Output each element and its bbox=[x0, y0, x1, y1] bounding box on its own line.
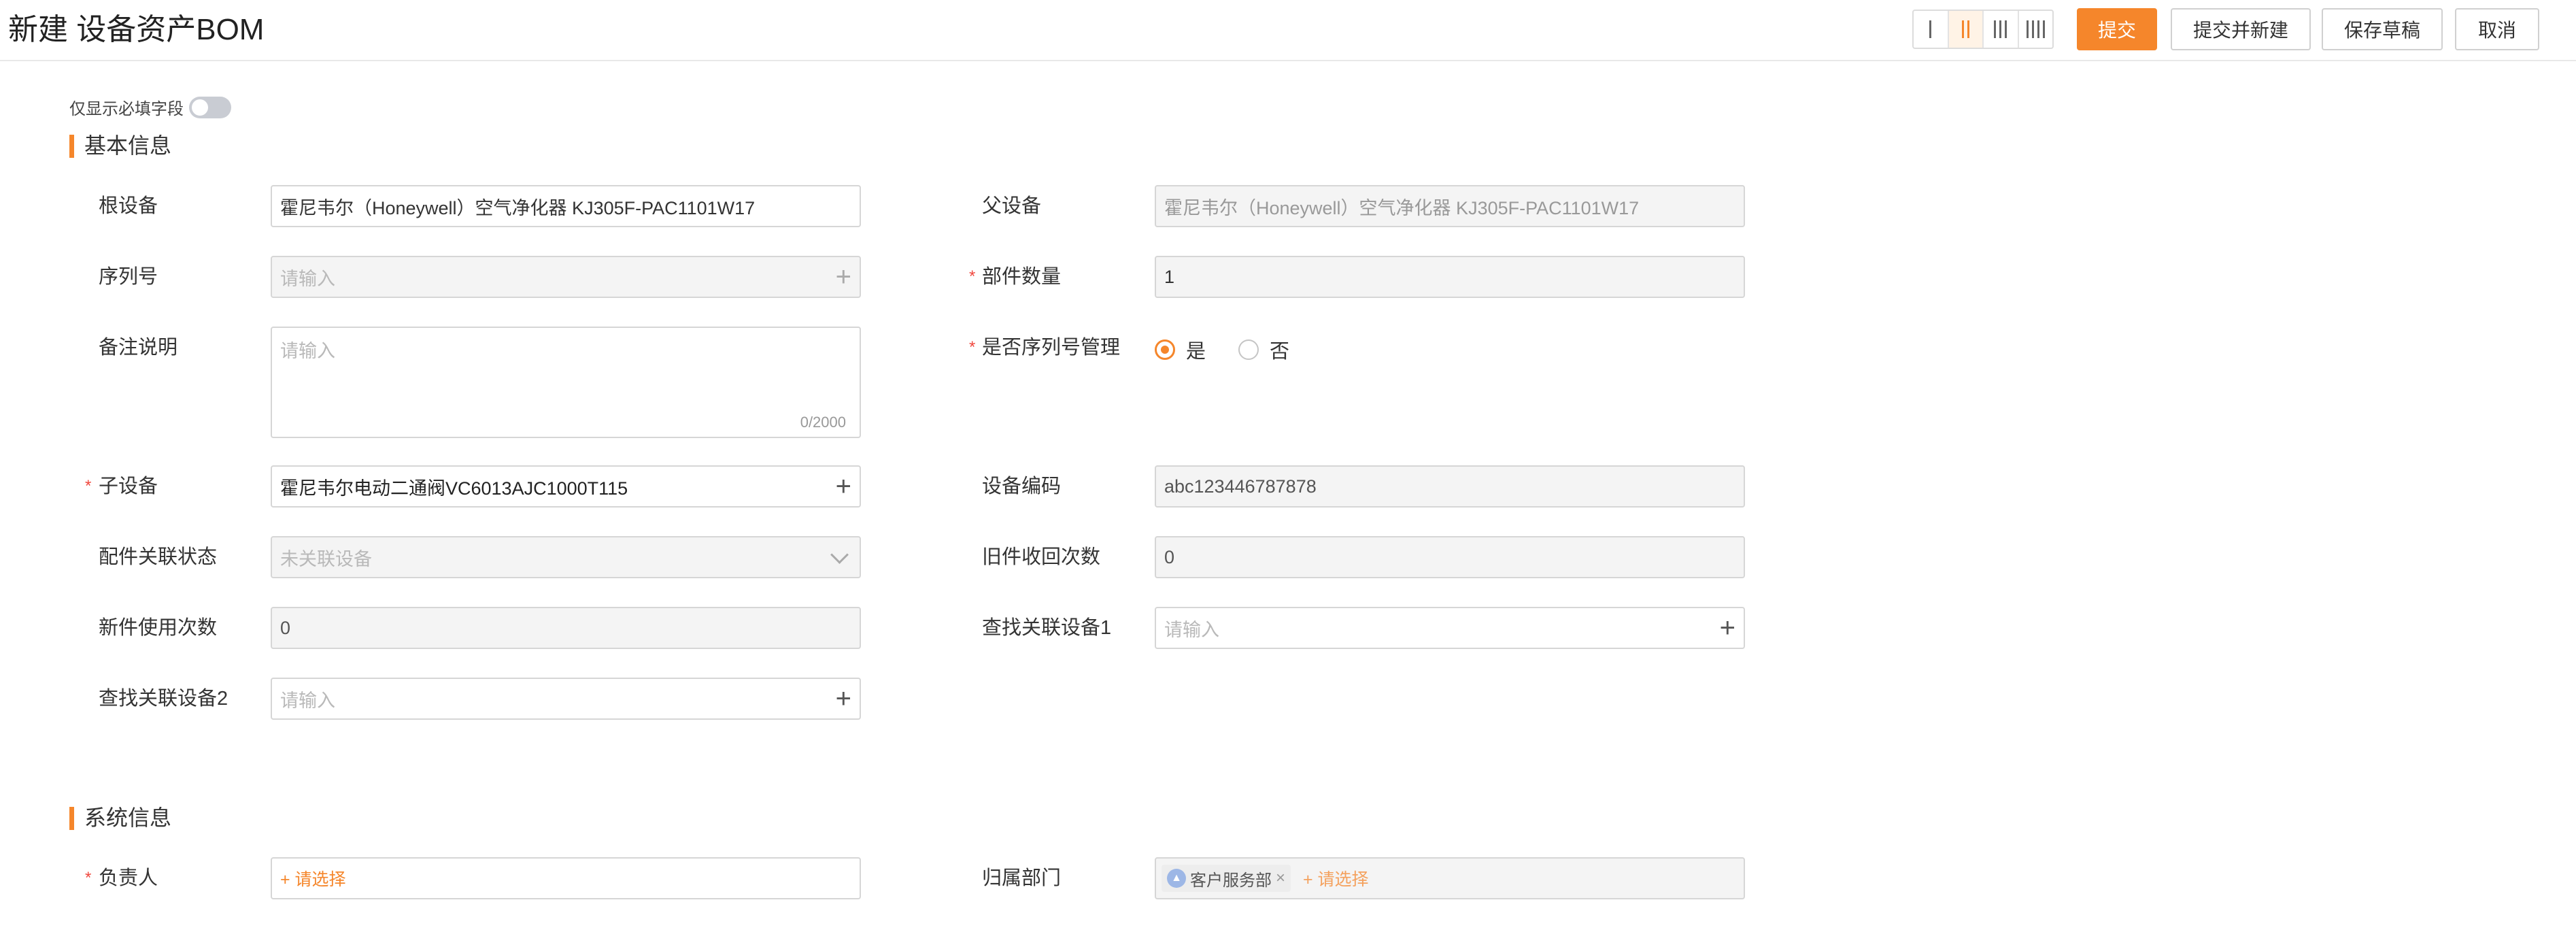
serial-no-label: 序列号 bbox=[99, 266, 158, 288]
part-link-status-select: 未关联设备 bbox=[271, 536, 861, 578]
serial-no-field: 请输入 + bbox=[271, 256, 861, 298]
section-title-basic: 基本信息 bbox=[69, 132, 171, 159]
parent-device-label: 父设备 bbox=[982, 195, 1042, 217]
serial-managed-radio-group: 是 否 bbox=[1155, 335, 1289, 364]
top-bar: 新建 设备资产BOM 提交 提交并新建 保存草稿 取消 bbox=[0, 0, 2576, 61]
required-only-toggle[interactable] bbox=[189, 96, 231, 118]
plus-icon[interactable]: + bbox=[836, 685, 851, 712]
part-qty-field[interactable]: 1 bbox=[1155, 256, 1745, 298]
parent-device-field: 霍尼韦尔（Honeywell）空气净化器 KJ305F-PAC1101W17 bbox=[1155, 185, 1745, 227]
section-title-system: 系统信息 bbox=[69, 804, 171, 831]
toggle-knob bbox=[192, 99, 208, 116]
owner-label: 负责人 bbox=[99, 867, 158, 889]
root-device-field[interactable]: 霍尼韦尔（Honeywell）空气净化器 KJ305F-PAC1101W17 bbox=[271, 185, 861, 227]
parent-device-value: 霍尼韦尔（Honeywell）空气净化器 KJ305F-PAC1101W17 bbox=[1164, 197, 1640, 218]
save-draft-button[interactable]: 保存草稿 bbox=[2322, 8, 2443, 50]
find-linked-2-field[interactable]: 请输入 + bbox=[271, 678, 861, 720]
layout-2-column-button[interactable] bbox=[1948, 11, 1984, 48]
device-code-label: 设备编码 bbox=[982, 476, 1062, 497]
page-title: 新建 设备资产BOM bbox=[8, 13, 265, 46]
close-icon: × bbox=[1276, 869, 1286, 887]
part-link-status-value: 未关联设备 bbox=[280, 548, 372, 569]
required-only-row: 仅显示必填字段 bbox=[69, 95, 231, 119]
child-device-label: 子设备 bbox=[99, 476, 158, 497]
plus-icon[interactable]: + bbox=[836, 473, 851, 500]
plus-icon[interactable]: + bbox=[1720, 614, 1735, 642]
remark-textarea[interactable]: 请输入 0/2000 bbox=[271, 327, 861, 438]
radio-no[interactable] bbox=[1238, 339, 1259, 360]
root-device-label: 根设备 bbox=[99, 195, 158, 217]
serial-managed-label: 是否序列号管理 bbox=[982, 337, 1121, 359]
required-mark: * bbox=[969, 338, 976, 356]
part-qty-value: 1 bbox=[1164, 266, 1175, 287]
find-linked-1-label: 查找关联设备1 bbox=[982, 617, 1112, 639]
submit-button[interactable]: 提交 bbox=[2077, 8, 2157, 50]
owner-add-link[interactable]: + 请选择 bbox=[280, 866, 346, 891]
find-linked-1-placeholder: 请输入 bbox=[1164, 619, 1219, 640]
submit-and-new-button[interactable]: 提交并新建 bbox=[2171, 8, 2311, 50]
root-device-value: 霍尼韦尔（Honeywell）空气净化器 KJ305F-PAC1101W17 bbox=[280, 197, 756, 218]
plus-icon: + bbox=[835, 262, 851, 292]
layout-1-column-button[interactable] bbox=[1914, 11, 1949, 48]
department-label: 归属部门 bbox=[982, 867, 1062, 889]
part-link-status-label: 配件关联状态 bbox=[99, 546, 218, 568]
remark-placeholder: 请输入 bbox=[280, 341, 335, 361]
find-linked-2-placeholder: 请输入 bbox=[280, 690, 335, 711]
child-device-value: 霍尼韦尔电动二通阀VC6013AJC1000T115 bbox=[280, 478, 628, 499]
department-add-link: + 请选择 bbox=[1303, 870, 1369, 889]
layout-3-column-button[interactable] bbox=[1984, 11, 2019, 48]
serial-no-placeholder: 请输入 bbox=[280, 268, 335, 289]
find-linked-2-label: 查找关联设备2 bbox=[99, 688, 228, 710]
old-recycle-count-value: 0 bbox=[1164, 546, 1175, 567]
remark-char-count: 0/2000 bbox=[800, 414, 846, 431]
required-mark: * bbox=[969, 267, 976, 286]
layout-4-column-button[interactable] bbox=[2019, 11, 2053, 48]
new-use-count-field: 0 bbox=[271, 607, 861, 649]
required-mark: * bbox=[85, 477, 92, 495]
old-recycle-count-field: 0 bbox=[1155, 536, 1745, 578]
old-recycle-count-label: 旧件收回次数 bbox=[982, 546, 1101, 568]
radio-yes-label: 是 bbox=[1186, 341, 1206, 363]
device-code-field: abc123446787878 bbox=[1155, 465, 1745, 508]
department-field: ▲ 客户服务部 × + 请选择 bbox=[1155, 857, 1745, 899]
column-layout-switch bbox=[1912, 10, 2054, 49]
radio-yes[interactable] bbox=[1155, 339, 1175, 360]
remark-label: 备注说明 bbox=[99, 337, 178, 359]
department-tag: ▲ 客户服务部 × bbox=[1162, 865, 1291, 892]
new-use-count-label: 新件使用次数 bbox=[99, 617, 218, 639]
department-tag-label: 客户服务部 bbox=[1190, 871, 1272, 890]
find-linked-1-field[interactable]: 请输入 + bbox=[1155, 607, 1745, 649]
chevron-down-icon bbox=[830, 545, 849, 564]
child-device-field[interactable]: 霍尼韦尔电动二通阀VC6013AJC1000T115 + bbox=[271, 465, 861, 508]
department-icon: ▲ bbox=[1167, 869, 1186, 888]
required-mark: * bbox=[85, 869, 92, 887]
cancel-button[interactable]: 取消 bbox=[2455, 8, 2539, 50]
owner-field[interactable]: + 请选择 bbox=[271, 857, 861, 899]
new-use-count-value: 0 bbox=[280, 617, 291, 638]
required-only-label: 仅显示必填字段 bbox=[69, 100, 184, 118]
part-qty-label: 部件数量 bbox=[982, 266, 1062, 288]
device-code-value: abc123446787878 bbox=[1164, 476, 1317, 497]
radio-no-label: 否 bbox=[1270, 341, 1290, 363]
